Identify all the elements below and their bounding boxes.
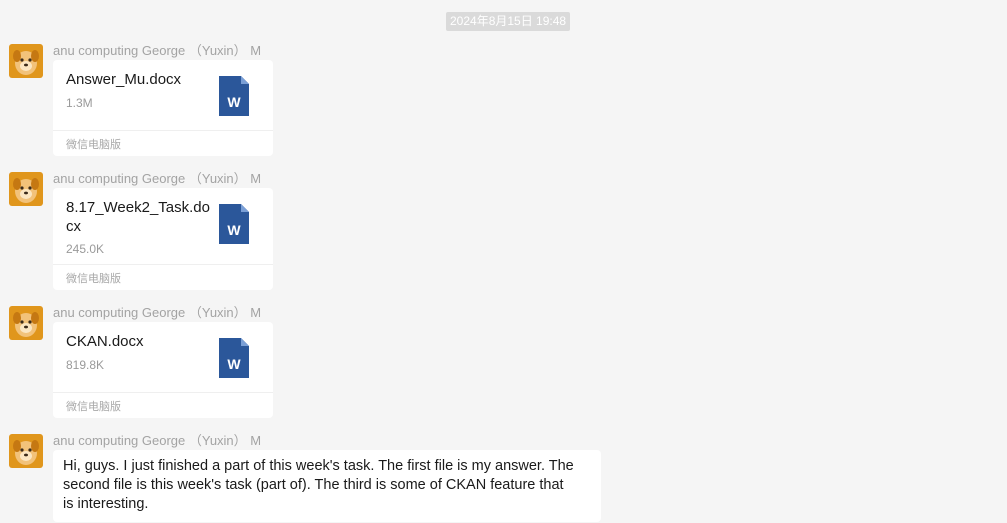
word-doc-icon: W (219, 204, 249, 244)
sender-name[interactable]: anu computing George （Yuxin） M (53, 168, 261, 187)
file-source-label: 微信电脑版 (66, 139, 121, 151)
file-name-line: 8.17_Week2_Task.do (66, 199, 210, 216)
chat-timestamp: 2024年8月15日 19:48 (446, 12, 571, 31)
file-message-card[interactable]: CKAN.docx 819.8K W 微信电脑版 (53, 322, 273, 418)
file-source-label: 微信电脑版 (66, 273, 121, 285)
file-source-label: 微信电脑版 (66, 401, 121, 413)
sender-name[interactable]: anu computing George （Yuxin） M (53, 40, 261, 59)
sender-name[interactable]: anu computing George （Yuxin） M (53, 302, 261, 321)
sender-name[interactable]: anu computing George （Yuxin） M (53, 430, 261, 449)
file-name: 8.17_Week2_Task.do cx (66, 198, 211, 236)
file-name-line: cx (66, 218, 81, 235)
message-text-line: Hi, guys. I just finished a part of this… (63, 458, 574, 474)
avatar[interactable] (9, 172, 43, 206)
message-text-line: second file is this week's task (part of… (63, 477, 564, 493)
file-size: 819.8K (66, 358, 105, 372)
word-doc-icon: W (219, 338, 249, 378)
message-text-line: is interesting. (63, 496, 149, 512)
file-card-divider (53, 264, 273, 265)
file-name: Answer_Mu.docx (66, 71, 182, 88)
file-message-card[interactable]: 8.17_Week2_Task.do cx 245.0K W 微信电脑版 (53, 188, 273, 290)
file-card-divider (53, 392, 273, 393)
file-card-divider (53, 130, 273, 131)
file-message-card[interactable]: Answer_Mu.docx 1.3M W 微信电脑版 (53, 60, 273, 156)
avatar[interactable] (9, 306, 43, 340)
svg-text:W: W (227, 94, 241, 110)
file-size: 245.0K (66, 242, 105, 256)
svg-text:W: W (227, 222, 241, 238)
svg-text:W: W (227, 356, 241, 372)
avatar[interactable] (9, 434, 43, 468)
word-doc-icon: W (219, 76, 249, 116)
file-name: CKAN.docx (66, 333, 144, 350)
avatar[interactable] (9, 44, 43, 78)
file-size: 1.3M (66, 96, 93, 110)
text-message-bubble[interactable]: Hi, guys. I just finished a part of this… (53, 450, 601, 522)
